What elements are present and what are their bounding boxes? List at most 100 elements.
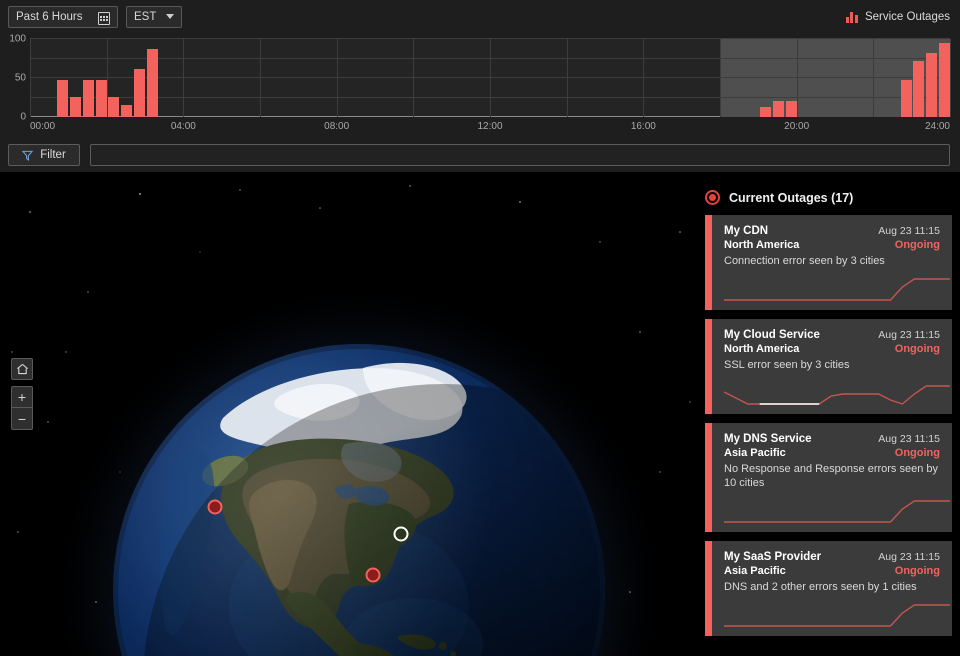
timezone-label: EST xyxy=(134,10,157,23)
outage-marker-southeast[interactable] xyxy=(365,567,381,583)
chart-gridline-v xyxy=(490,39,491,117)
chart-y-tick-label: 0 xyxy=(20,111,26,123)
time-range-selector[interactable]: Past 6 Hours xyxy=(8,5,118,28)
outage-card-row-region: Asia Pacific Ongoing xyxy=(724,563,940,577)
chart-bar[interactable] xyxy=(760,106,772,117)
chart-bar[interactable] xyxy=(95,80,107,117)
outage-region: North America xyxy=(724,239,800,251)
chart-x-tick-label: 20:00 xyxy=(784,121,810,132)
timezone-selector[interactable]: EST xyxy=(126,5,182,28)
outage-description: No Response and Response errors seen by … xyxy=(724,463,939,489)
time-range-label: Past 6 Hours xyxy=(16,10,83,23)
chart-gridline-v xyxy=(183,39,185,117)
chevron-down-icon xyxy=(166,14,174,19)
top-toolbar: Past 6 Hours EST Service Outages xyxy=(0,0,960,33)
funnel-icon xyxy=(22,150,34,161)
outage-card-row-title: My CDN Aug 23 11:15 xyxy=(724,225,940,237)
outage-card-row-title: My Cloud Service Aug 23 11:15 xyxy=(724,329,940,341)
chart-bar[interactable] xyxy=(900,80,912,117)
outage-region: North America xyxy=(724,343,800,355)
chart-gridline-h xyxy=(30,77,950,78)
chart-bar[interactable] xyxy=(939,42,950,117)
outage-sparkline xyxy=(724,500,950,523)
outage-marker-northeast[interactable] xyxy=(393,526,409,542)
chart-bar[interactable] xyxy=(57,80,69,117)
outage-card[interactable]: My DNS Service Aug 23 11:15 Asia Pacific On… xyxy=(705,423,952,532)
toolbar-right-group[interactable]: Service Outages xyxy=(845,11,952,23)
chart-bar[interactable] xyxy=(121,104,133,117)
outage-dot-icon xyxy=(705,190,720,205)
earth-globe[interactable] xyxy=(113,344,605,656)
outages-panel: Current Outages (17) My CDN Aug 23 11:15 N… xyxy=(695,178,960,656)
outage-timestamp: Aug 23 11:15 xyxy=(878,329,940,341)
chart-bar[interactable] xyxy=(70,96,82,117)
outages-panel-title: Current Outages (17) xyxy=(729,190,854,205)
outages-panel-header: Current Outages (17) xyxy=(695,178,960,215)
chart-bar[interactable] xyxy=(134,68,145,117)
outage-card[interactable]: My Cloud Service Aug 23 11:15 North Americ… xyxy=(705,319,952,414)
chart-gridline-v xyxy=(30,39,31,117)
chart-gridline-h xyxy=(30,57,950,59)
zoom-controls[interactable]: + − xyxy=(11,386,33,430)
chart-gridline-h xyxy=(30,96,950,98)
outage-sparkline xyxy=(724,278,950,301)
zoom-in-button[interactable]: + xyxy=(11,386,33,408)
chart-gridline-v xyxy=(643,39,645,117)
sparkline-path xyxy=(724,385,950,405)
outage-card[interactable]: My CDN Aug 23 11:15 North America Ongoing Co… xyxy=(705,215,952,310)
outage-marker-pacific-northwest[interactable] xyxy=(207,499,223,515)
filter-button-label: Filter xyxy=(40,149,66,161)
outage-sparkline xyxy=(724,604,950,627)
outage-card[interactable]: My SaaS Provider Aug 23 11:15 Asia Pacific… xyxy=(705,541,952,636)
bar-chart-icon xyxy=(845,11,858,23)
filter-search-input[interactable] xyxy=(90,144,950,166)
chart-bar[interactable] xyxy=(146,49,158,117)
outage-timeline-chart[interactable]: 0 50 100 00:00 04:00 08:00 12:00 16:00 20:00 24:… xyxy=(0,33,960,138)
outage-card-row-title: My DNS Service Aug 23 11:15 xyxy=(724,433,940,445)
chart-gridline-v xyxy=(566,39,568,117)
chart-bar[interactable] xyxy=(82,80,94,117)
outage-description: SSL error seen by 3 cities xyxy=(724,359,850,371)
outage-status-badge: Ongoing xyxy=(894,447,940,459)
chart-plot-area[interactable] xyxy=(30,38,951,117)
chart-bar[interactable] xyxy=(772,101,784,117)
outage-dashboard: Past 6 Hours EST Service Outages 0 50 100 … xyxy=(0,0,960,656)
chart-y-tick-label: 100 xyxy=(9,33,26,45)
sparkline-path xyxy=(724,278,950,301)
home-button[interactable] xyxy=(11,358,33,380)
outage-card-row-title: My SaaS Provider Aug 23 11:15 xyxy=(724,551,940,563)
sparkline-path xyxy=(724,604,950,627)
chart-gridline-v xyxy=(720,39,721,117)
outage-status-badge: Ongoing xyxy=(894,343,940,355)
chart-x-tick-label: 24:00 xyxy=(924,121,950,132)
chart-y-tick-label: 50 xyxy=(14,72,26,84)
outage-description: DNS and 2 other errors seen by 1 cities xyxy=(724,581,917,593)
chart-bar[interactable] xyxy=(926,53,938,117)
outage-status-badge: Ongoing xyxy=(894,239,940,251)
filter-button[interactable]: Filter xyxy=(8,144,80,166)
chart-gridline-v xyxy=(873,39,875,117)
outage-card-row-region: Asia Pacific Ongoing xyxy=(724,445,940,459)
outage-service-name: My Cloud Service xyxy=(724,329,820,341)
chart-x-tick-label: 00:00 xyxy=(30,121,56,132)
chart-gridline-v xyxy=(413,39,415,117)
outage-region: Asia Pacific xyxy=(724,447,786,459)
outage-timestamp: Aug 23 11:15 xyxy=(878,551,940,563)
chart-bar[interactable] xyxy=(913,60,925,117)
outage-service-name: My DNS Service xyxy=(724,433,812,445)
outage-card-row-region: North America Ongoing xyxy=(724,341,940,355)
chart-x-tick-label: 12:00 xyxy=(477,121,503,132)
chart-x-axis: 00:00 04:00 08:00 12:00 16:00 20:00 24:00 xyxy=(30,121,950,137)
zoom-out-button[interactable]: − xyxy=(11,408,33,430)
chart-gridline-v xyxy=(796,39,798,117)
outage-card-list: My CDN Aug 23 11:15 North America Ongoing Co… xyxy=(695,215,960,636)
outage-description: Connection error seen by 3 cities xyxy=(724,255,885,267)
outage-service-name: My SaaS Provider xyxy=(724,551,822,563)
chart-x-tick-label: 04:00 xyxy=(170,121,196,132)
chart-bar[interactable] xyxy=(108,96,120,117)
calendar-icon xyxy=(98,11,110,25)
chart-y-axis: 0 50 100 xyxy=(0,33,30,138)
chart-x-tick-label: 16:00 xyxy=(630,121,656,132)
chart-bar[interactable] xyxy=(785,101,797,117)
chart-gridline-v xyxy=(260,39,261,117)
